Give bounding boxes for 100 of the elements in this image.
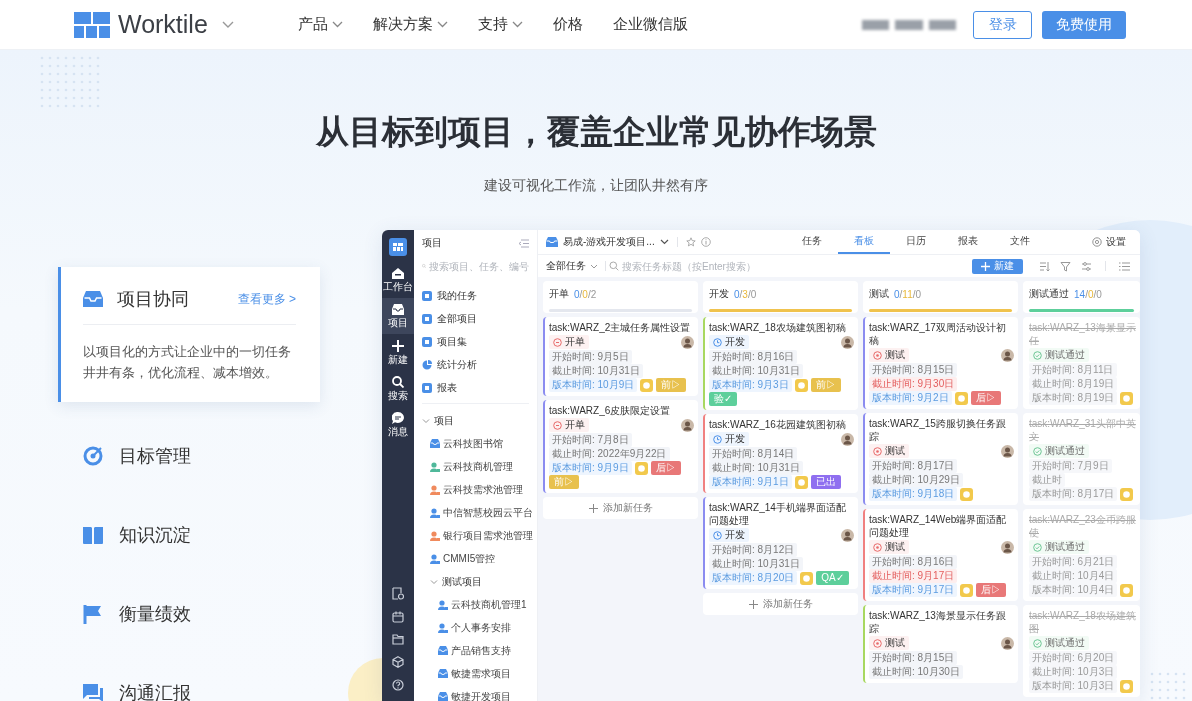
collapse-icon[interactable]: [518, 238, 529, 248]
tree-item[interactable]: 项目: [418, 409, 533, 432]
feature-item[interactable]: 沟通汇报: [58, 653, 320, 701]
cube-icon[interactable]: [392, 656, 404, 668]
tray-icon: [430, 439, 440, 448]
task-search-field[interactable]: 搜索任务标题（按Enter搜索）: [609, 260, 772, 272]
search-field[interactable]: 搜索项目、任务、编号: [418, 256, 533, 276]
date-field: 版本时间: 10月3日: [1029, 679, 1118, 693]
date-field: 截止时间: 10月30日: [869, 665, 963, 679]
status-tag: 测试: [869, 444, 909, 458]
task-card[interactable]: task:WARZ_23金币跨服使 测试通过 开始时间: 6月21日 截止时间: 10月4日 版本时间: 10月4日: [1023, 509, 1140, 601]
tab[interactable]: 日历: [890, 230, 942, 254]
tree-item[interactable]: 敏捷需求项目: [418, 662, 533, 685]
nav-link[interactable]: 企业微信版: [613, 15, 688, 34]
date-field: 截止时间: 10月3日: [1029, 665, 1118, 679]
sidebar-item[interactable]: 全部项目: [418, 307, 533, 330]
tree-item[interactable]: 中信智慧校园云平台: [418, 501, 533, 524]
tree-item[interactable]: 云科技需求池管理: [418, 478, 533, 501]
tray-icon: [392, 304, 404, 315]
tree-item[interactable]: 敏捷开发项目: [418, 685, 533, 701]
nav-link[interactable]: 解决方案: [373, 15, 448, 34]
tree-item[interactable]: 产品销售支持: [418, 639, 533, 662]
task-card[interactable]: task:WARZ_31头部中英文 测试通过 开始时间: 7月9日 截止时 版本时间: 8月17日: [1023, 413, 1140, 505]
date-field: 开始时间: 6月21日: [1029, 555, 1118, 569]
rail-item[interactable]: 工作台: [382, 262, 414, 298]
calendar-icon[interactable]: [392, 611, 404, 623]
feature-card[interactable]: 项目协同 查看更多 > 以项目化的方式让企业中的一切任务井井有条，优化流程、减本增效。: [58, 267, 320, 402]
flag-icon: [83, 603, 103, 624]
settings-button[interactable]: 设置: [1092, 235, 1126, 249]
report-icon[interactable]: [392, 587, 404, 600]
sidebar-item[interactable]: 项目集: [418, 330, 533, 353]
add-task-button[interactable]: 添加新任务: [543, 497, 698, 519]
info-icon[interactable]: [700, 237, 711, 247]
target-icon: [83, 445, 103, 466]
date-field: 版本时间: 8月17日: [1029, 487, 1118, 501]
task-card[interactable]: task:WARZ_2主城任务属性设置 开单 开始时间: 9月5日 截止时间: 10月31日 版本时间: 10月9日 前▷: [543, 317, 698, 396]
sort-icon[interactable]: [1039, 260, 1050, 272]
sliders-icon[interactable]: [1081, 260, 1092, 272]
sidebar-item[interactable]: 报表: [418, 376, 533, 399]
task-card[interactable]: task:WARZ_15跨服切换任务跟踪 测试 开始时间: 8月17日 截止时间: 10月29日 版本时间: 9月18日: [863, 413, 1018, 505]
tree-item[interactable]: 个人事务安排: [418, 616, 533, 639]
label-tag: 前▷: [810, 378, 841, 392]
status-tag: 测试: [869, 636, 909, 650]
feature-item[interactable]: 目标管理: [58, 416, 320, 495]
feature-item[interactable]: 知识沉淀: [58, 495, 320, 574]
tree-item[interactable]: 测试项目: [418, 570, 533, 593]
task-card[interactable]: task:WARZ_13海景显示任务跟踪 测试 开始时间: 8月15日 截止时间: 10月30日: [863, 605, 1018, 683]
task-card[interactable]: task:WARZ_13海景显示任 测试通过 开始时间: 8月11日 截止时间: 8月19日 版本时间: 8月19日: [1023, 317, 1140, 409]
tray-icon: [546, 237, 558, 247]
tree-item[interactable]: 云科技商机管理1: [418, 593, 533, 616]
rail-item[interactable]: 项目: [382, 298, 414, 334]
filter-dropdown[interactable]: 全部任务: [546, 259, 598, 273]
task-card[interactable]: task:WARZ_14Web端界面适配问题处理 测试 开始时间: 8月16日 截止时间: 9月17日 版本时间: 9月17日 后▷: [863, 509, 1018, 601]
tree-item[interactable]: 云科技商机管理: [418, 455, 533, 478]
nav-link[interactable]: 支持: [478, 15, 523, 34]
task-card[interactable]: task:WARZ_18农场建筑图初稿 开发 开始时间: 8月16日 截止时间: 10月31日 版本时间: 9月3日 前▷ 验✓: [703, 317, 858, 410]
check-circle-icon: [1033, 638, 1042, 648]
rail-item[interactable]: 新建: [382, 334, 414, 370]
add-task-button[interactable]: 添加新任务: [703, 593, 858, 615]
clock-icon: [713, 337, 722, 347]
tray-icon: [83, 290, 103, 308]
sidebar-item[interactable]: 我的任务: [418, 284, 533, 307]
feature-item[interactable]: 衡量绩效: [58, 574, 320, 653]
task-title: task:WARZ_18农场建筑图初稿: [709, 321, 847, 334]
task-card[interactable]: task:WARZ_16花园建筑图初稿 开发 开始时间: 8月14日 截止时间: 10月31日 版本时间: 9月1日 已出: [703, 414, 858, 493]
task-card[interactable]: task:WARZ_6皮肤限定设置 开单 开始时间: 7月8日 截止时间: 2022年9月22日 版本时间: 9月9日 后▷ 前▷: [543, 400, 698, 493]
nav-link[interactable]: 产品: [298, 15, 343, 34]
task-title: task:WARZ_18农场建筑图: [1029, 609, 1136, 635]
tab[interactable]: 文件: [994, 230, 1046, 254]
tree-item[interactable]: 银行项目需求池管理: [418, 524, 533, 547]
star-icon[interactable]: [685, 237, 696, 247]
task-title: task:WARZ_6皮肤限定设置: [549, 404, 672, 417]
label-tag: QA✓: [816, 571, 849, 585]
project-name[interactable]: 易成-游戏开发项目...: [563, 235, 655, 249]
nav-link[interactable]: 价格: [553, 15, 583, 34]
status-tag: 开发: [709, 335, 749, 349]
filter-icon[interactable]: [1060, 260, 1071, 272]
rail-item[interactable]: 消息: [382, 406, 414, 442]
logo-icon[interactable]: [74, 11, 110, 38]
square-icon: [422, 382, 432, 393]
help-icon[interactable]: [392, 679, 404, 691]
tab[interactable]: 任务: [786, 230, 838, 254]
folder-icon[interactable]: [392, 634, 404, 645]
task-card[interactable]: task:WARZ_17双周活动设计初稿 测试 开始时间: 8月15日 截止时间: 9月30日 版本时间: 9月2日 后▷: [863, 317, 1018, 409]
tree-item[interactable]: CMMI5管控: [418, 547, 533, 570]
rail-item[interactable]: 搜索: [382, 370, 414, 406]
brand-name[interactable]: Worktile: [118, 10, 208, 39]
task-title: task:WARZ_15跨服切换任务跟踪: [869, 417, 1007, 443]
view-more-link[interactable]: 查看更多 >: [237, 290, 296, 308]
list-icon[interactable]: [1119, 260, 1130, 272]
task-card[interactable]: task:WARZ_18农场建筑图 测试通过 开始时间: 6月20日 截止时间: 10月3日 版本时间: 10月3日: [1023, 605, 1140, 697]
task-card[interactable]: task:WARZ_14手机端界面适配问题处理 开发 开始时间: 8月12日 截止时间: 10月31日 版本时间: 8月20日 QA✓: [703, 497, 858, 589]
label-tag: 验✓: [709, 392, 737, 406]
status-tag: 开单: [549, 335, 589, 349]
tab[interactable]: 报表: [942, 230, 994, 254]
login-button[interactable]: 登录: [973, 10, 1032, 39]
sidebar-item[interactable]: 统计分析: [418, 353, 533, 376]
date-field: 版本时间: 9月2日: [869, 391, 952, 405]
tree-item[interactable]: 云科技图书馆: [418, 432, 533, 455]
caret-icon[interactable]: [659, 239, 669, 245]
